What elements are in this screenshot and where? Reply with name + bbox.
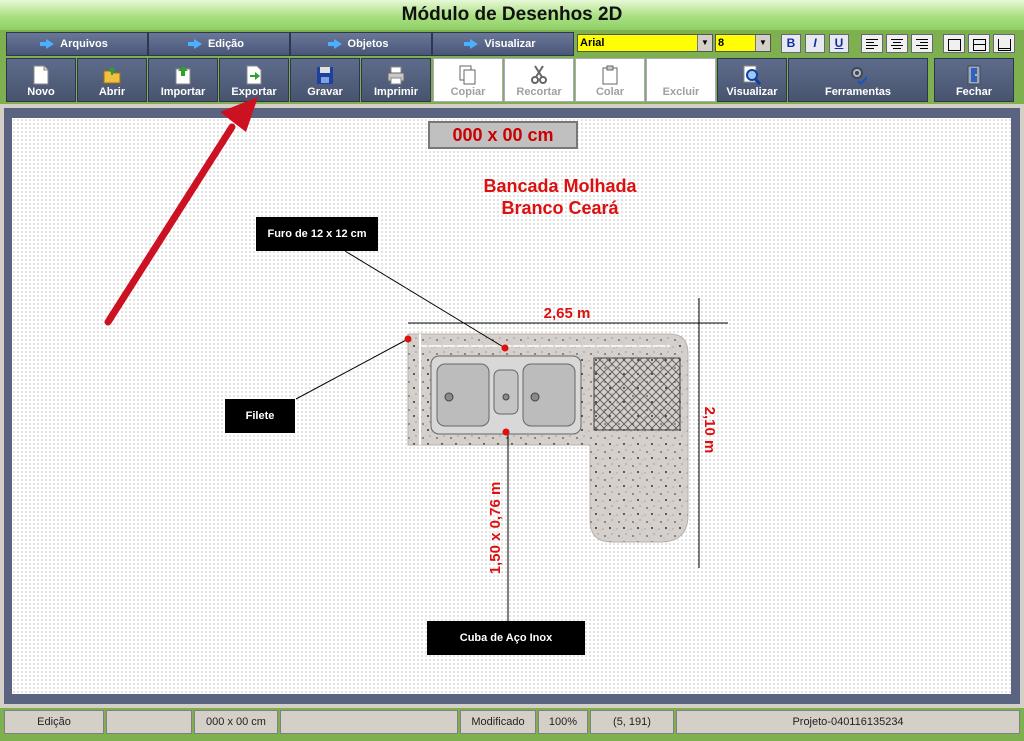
status-empty-2 bbox=[280, 710, 458, 734]
status-state: Modificado bbox=[460, 710, 536, 734]
callout-sink[interactable]: Cuba de Aço Inox bbox=[427, 621, 585, 655]
height-dimension-label[interactable]: 2,10 m bbox=[701, 407, 718, 454]
width-dimension-label[interactable]: 2,65 m bbox=[544, 305, 591, 322]
status-dimensions: 000 x 00 cm bbox=[194, 710, 278, 734]
status-coords: (5, 191) bbox=[590, 710, 674, 734]
anchor-dot[interactable] bbox=[404, 335, 412, 343]
edge-leader-line[interactable] bbox=[295, 338, 409, 400]
status-project: Projeto-040116135234 bbox=[676, 710, 1020, 734]
annotation-arrow bbox=[104, 97, 258, 326]
status-empty-1 bbox=[106, 710, 192, 734]
status-bar: Edição 000 x 00 cm Modificado 100% (5, 1… bbox=[0, 708, 1024, 741]
anchor-dot[interactable] bbox=[502, 428, 510, 436]
sink-dimension-label[interactable]: 1,50 x 0,76 m bbox=[487, 482, 504, 575]
steel-sink[interactable] bbox=[430, 355, 582, 435]
status-zoom: 100% bbox=[538, 710, 588, 734]
callout-edge[interactable]: Filete bbox=[225, 399, 295, 433]
hole-leader-line[interactable] bbox=[344, 250, 506, 349]
anchor-dot[interactable] bbox=[501, 344, 509, 352]
hole-hatch[interactable] bbox=[593, 357, 681, 431]
status-mode: Edição bbox=[4, 710, 104, 734]
callout-hole[interactable]: Furo de 12 x 12 cm bbox=[256, 217, 378, 251]
